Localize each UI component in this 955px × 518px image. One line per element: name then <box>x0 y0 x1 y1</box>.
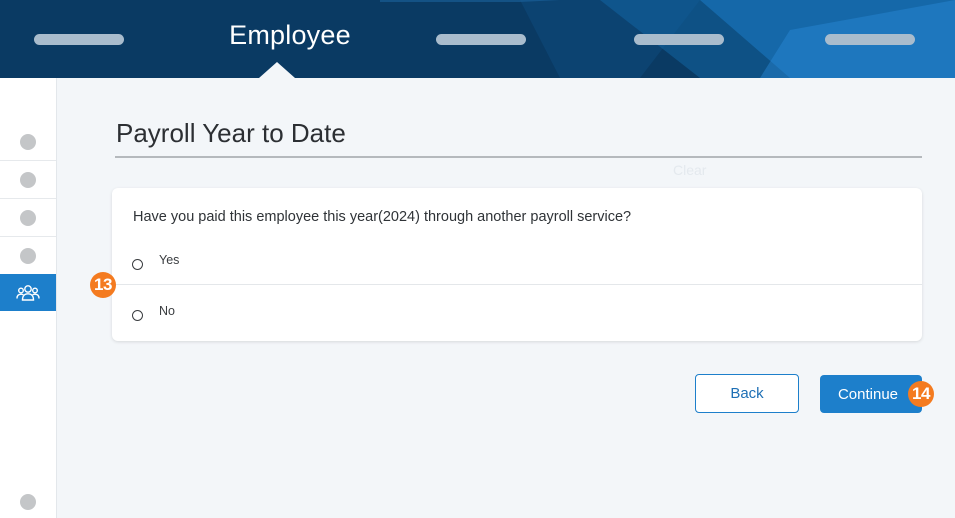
sidebar-item-1[interactable] <box>0 123 56 161</box>
sidebar <box>0 78 57 518</box>
people-icon <box>16 284 40 301</box>
sidebar-item-employees[interactable] <box>0 274 56 311</box>
step-dot-icon <box>20 171 36 188</box>
sidebar-item-4[interactable] <box>0 237 56 275</box>
question-text: Have you paid this employee this year(20… <box>133 209 632 225</box>
current-step-title: Employee <box>229 20 351 50</box>
step-indicator-4 <box>634 34 724 45</box>
step-dot-icon <box>20 133 36 150</box>
step-indicator-1 <box>34 34 124 45</box>
option-no-label[interactable]: No <box>159 304 175 318</box>
step-indicator-3 <box>436 34 526 45</box>
annotation-badge-14: 14 <box>908 381 934 407</box>
annotation-badge-13: 13 <box>90 272 116 298</box>
radio-no[interactable] <box>132 310 143 321</box>
current-step-caret <box>259 62 295 78</box>
step-indicator-5 <box>825 34 915 45</box>
sidebar-item-3[interactable] <box>0 199 56 237</box>
sidebar-bottom-dot-icon[interactable] <box>20 494 36 510</box>
sidebar-item-2[interactable] <box>0 161 56 199</box>
page-title: Payroll Year to Date <box>116 118 346 148</box>
back-button[interactable]: Back <box>695 374 799 413</box>
option-no[interactable]: No <box>112 292 922 336</box>
continue-button[interactable]: Continue <box>820 375 922 413</box>
step-dot-icon <box>20 247 36 264</box>
option-yes[interactable]: Yes <box>112 240 922 285</box>
option-yes-label[interactable]: Yes <box>159 253 179 267</box>
wizard-header: Employee <box>0 0 955 78</box>
step-dot-icon <box>20 209 36 226</box>
radio-yes[interactable] <box>132 259 143 270</box>
clear-link[interactable]: Clear <box>673 162 706 178</box>
question-card: Have you paid this employee this year(20… <box>112 188 922 341</box>
title-divider <box>115 156 922 158</box>
